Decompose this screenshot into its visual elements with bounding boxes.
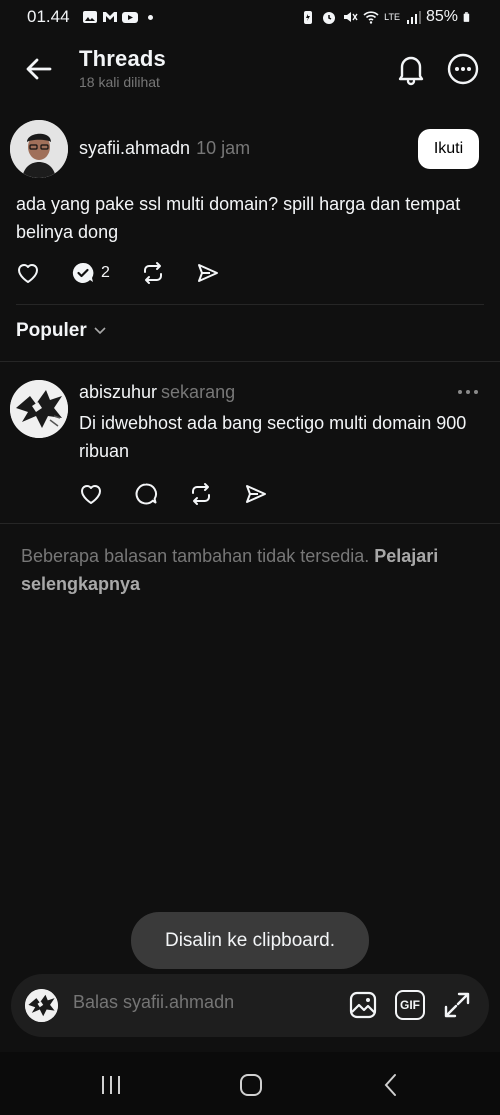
reply-text: Di idwebhost ada bang sectigo multi doma… — [79, 413, 467, 461]
alarm-icon — [323, 12, 336, 24]
mute-icon — [344, 12, 358, 22]
reply-avatar[interactable] — [10, 380, 68, 438]
recent-apps-icon[interactable] — [98, 1072, 124, 1098]
replied-icon[interactable] — [71, 261, 95, 285]
youtube-notification-icon — [121, 12, 138, 23]
chevron-down-icon — [94, 327, 106, 335]
post-author-line: syafii.ahmadn 10 jam — [79, 138, 250, 159]
more-options-icon[interactable] — [446, 52, 480, 86]
signal-icon — [406, 11, 421, 24]
battery-percent: 85% — [425, 8, 458, 25]
author-avatar[interactable] — [10, 120, 68, 178]
share-icon[interactable] — [196, 261, 220, 285]
reply-composer: GIF — [11, 974, 489, 1037]
expand-icon[interactable] — [442, 990, 472, 1020]
status-bar: 01.44 LTE 85% — [0, 0, 500, 34]
like-icon[interactable] — [16, 261, 40, 285]
battery-icon — [463, 12, 470, 22]
note-text: Beberapa balasan tambahan tidak tersedia… — [21, 546, 375, 566]
image-attach-icon[interactable] — [348, 990, 378, 1020]
reply-actions — [79, 482, 268, 506]
post-text: ada yang pake ssl multi domain? spill ha… — [16, 194, 461, 242]
reply-count: 2 — [101, 264, 110, 281]
back-arrow-icon[interactable] — [22, 54, 56, 84]
reply-username[interactable]: abiszuhur — [79, 382, 157, 402]
sort-dropdown[interactable]: Populer — [16, 320, 107, 342]
sort-divider — [0, 361, 500, 362]
gallery-notification-icon — [82, 11, 97, 23]
post-divider — [16, 304, 484, 305]
toast: Disalin ke clipboard. — [131, 912, 369, 969]
reply-time: sekarang — [161, 382, 236, 402]
wifi-icon — [363, 11, 379, 24]
reply-more-icon[interactable] — [455, 384, 481, 400]
sort-label: Populer — [16, 320, 87, 341]
gif-label: GIF — [400, 998, 420, 1012]
follow-button[interactable]: Ikuti — [418, 129, 479, 169]
gmail-notification-icon — [102, 12, 117, 22]
bell-icon[interactable] — [395, 52, 427, 86]
system-nav-bar — [0, 1052, 500, 1115]
reply-share-icon[interactable] — [244, 482, 268, 506]
reply-like-icon[interactable] — [79, 482, 103, 506]
own-avatar — [25, 989, 58, 1022]
reply-divider — [0, 523, 500, 524]
gif-button[interactable]: GIF — [395, 990, 425, 1020]
network-type-label: LTE — [384, 11, 400, 22]
reply-input[interactable] — [73, 992, 333, 1013]
repost-icon[interactable] — [141, 261, 165, 285]
system-back-icon[interactable] — [378, 1072, 404, 1098]
post-username[interactable]: syafii.ahmadn — [79, 138, 190, 158]
view-count: 18 kali dilihat — [79, 74, 160, 90]
battery-saver-icon — [304, 11, 313, 24]
reply-author-line: abiszuhur sekarang — [79, 382, 235, 403]
toast-text: Disalin ke clipboard. — [164, 929, 336, 951]
status-time: 01.44 — [27, 7, 70, 26]
home-icon[interactable] — [238, 1072, 264, 1098]
page-title: Threads — [79, 46, 166, 71]
more-notifications-dot-icon — [147, 14, 153, 20]
reply-comment-icon[interactable] — [134, 482, 158, 506]
unavailable-replies-note: Beberapa balasan tambahan tidak tersedia… — [21, 542, 481, 598]
post-actions: 2 — [16, 261, 220, 285]
post-time: 10 jam — [196, 138, 251, 158]
thread-header: Threads 18 kali dilihat — [0, 40, 500, 100]
reply-repost-icon[interactable] — [189, 482, 213, 506]
